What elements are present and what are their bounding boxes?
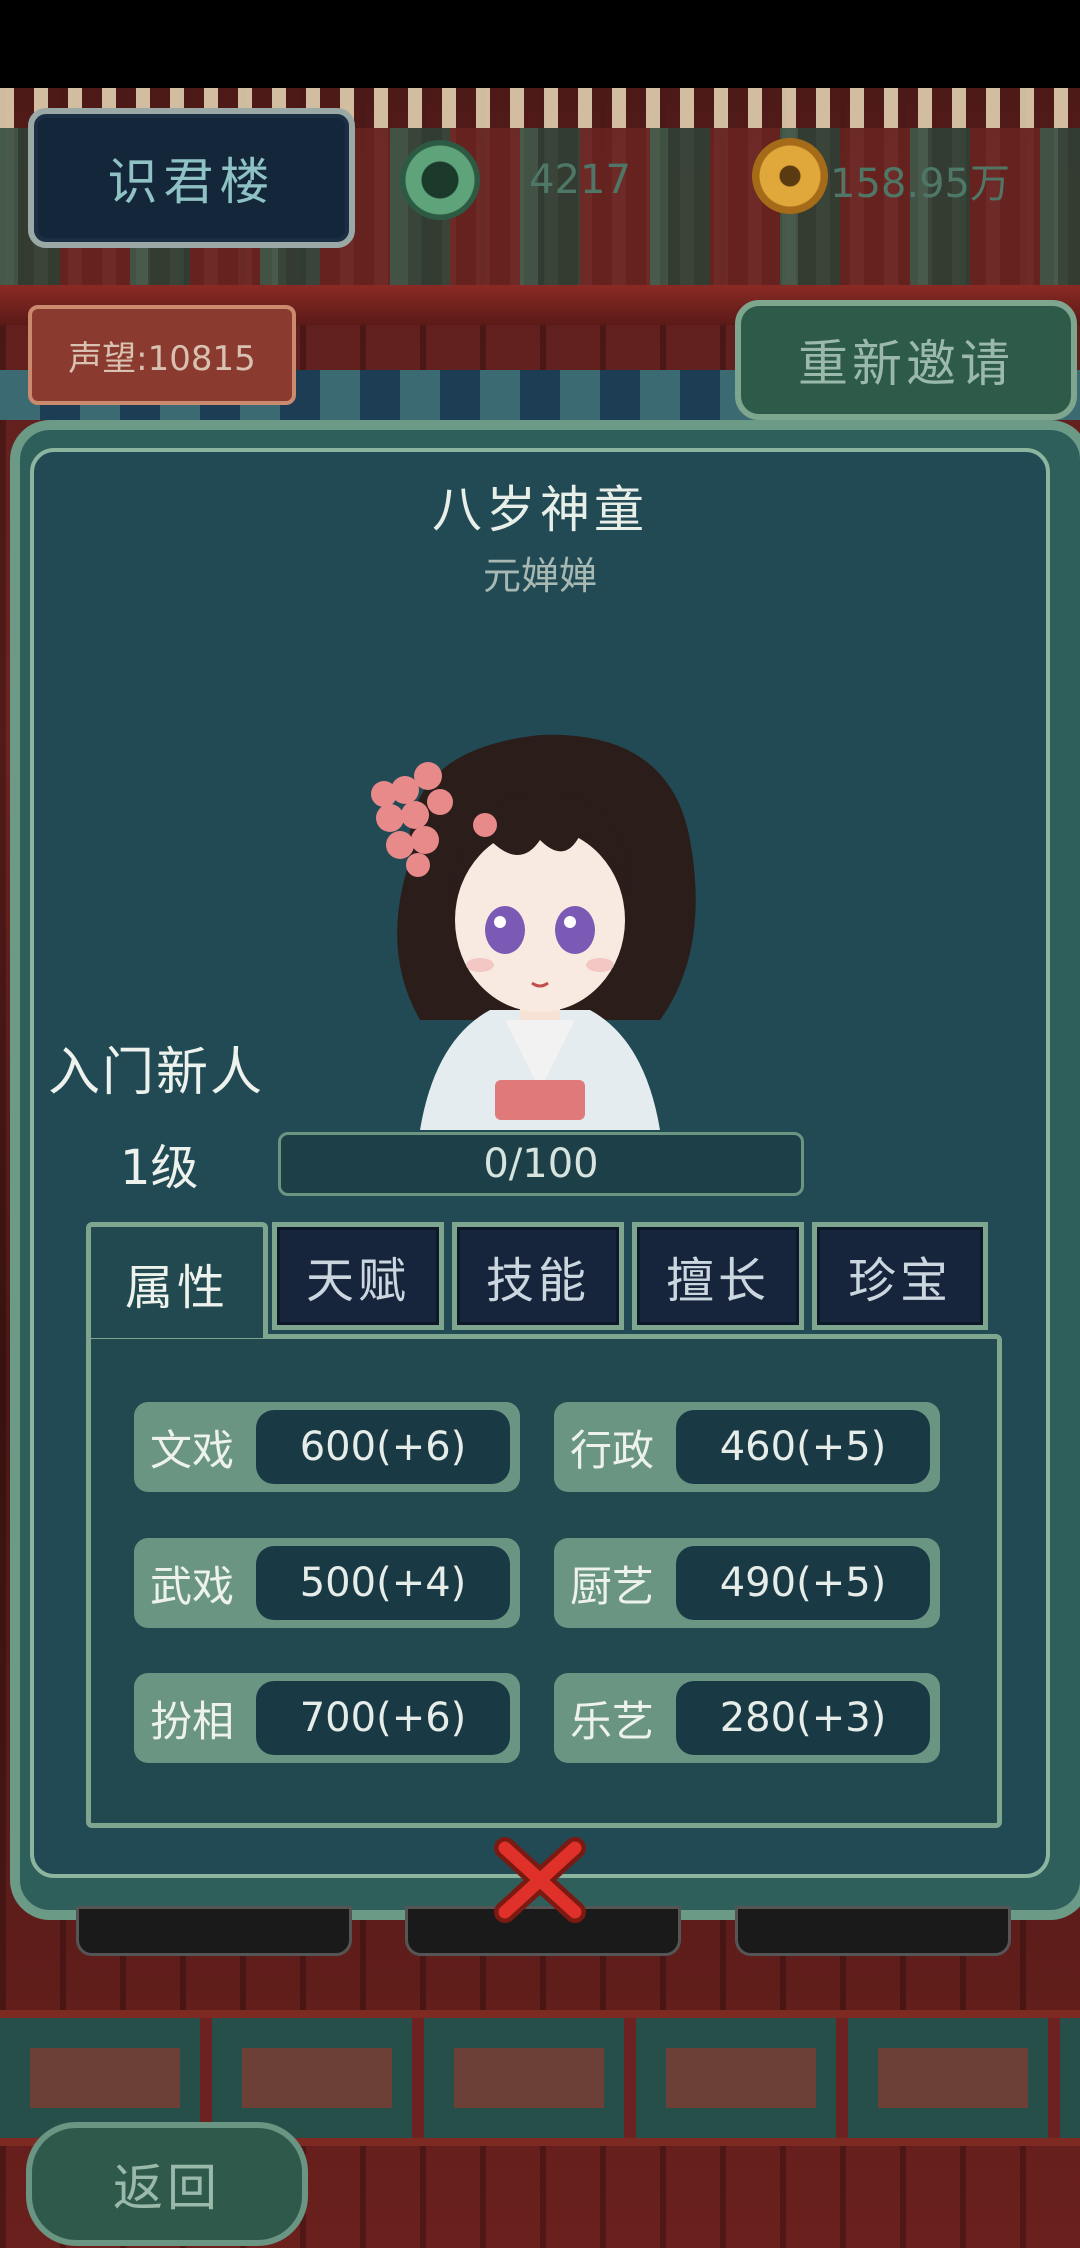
- stat-value: 700(+6): [256, 1681, 510, 1755]
- building-name: 识君楼: [107, 153, 276, 211]
- stat-value: 490(+5): [676, 1546, 930, 1620]
- stat-martial-opera: 武戏 500(+4): [134, 1538, 520, 1628]
- character-title: 八岁神童: [432, 481, 648, 539]
- character-rank: 入门新人: [48, 1043, 265, 1103]
- stat-label: 文戏: [150, 1425, 235, 1475]
- stat-value: 460(+5): [676, 1410, 930, 1484]
- tab-specialties[interactable]: 擅长: [632, 1222, 804, 1330]
- stat-appearance: 扮相 700(+6): [134, 1673, 520, 1763]
- stat-label: 扮相: [150, 1696, 235, 1746]
- stat-label: 行政: [570, 1425, 655, 1475]
- copper-coin-icon: [752, 138, 828, 214]
- jade-bi-icon: [400, 140, 480, 220]
- prestige-badge: 声望:10815: [28, 305, 296, 405]
- xp-progress-text: 0/100: [483, 1141, 599, 1187]
- stat-literary-opera: 文戏 600(+6): [134, 1402, 520, 1492]
- coin-amount: 158.95万: [830, 161, 1010, 207]
- stat-value: 600(+6): [256, 1410, 510, 1484]
- hidden-button-left: [76, 1906, 352, 1956]
- jade-amount: 4217: [529, 157, 631, 203]
- stat-administration: 行政 460(+5): [554, 1402, 940, 1492]
- stat-label: 乐艺: [570, 1696, 655, 1746]
- hidden-button-right: [735, 1906, 1011, 1956]
- character-name: 元婵婵: [482, 554, 597, 598]
- stat-cooking: 厨艺 490(+5): [554, 1538, 940, 1628]
- stat-value: 280(+3): [676, 1681, 930, 1755]
- stat-value: 500(+4): [256, 1546, 510, 1620]
- tab-talents[interactable]: 天赋: [272, 1222, 444, 1330]
- tab-treasures[interactable]: 珍宝: [812, 1222, 988, 1330]
- stat-label: 武戏: [150, 1561, 235, 1611]
- character-portrait: [371, 734, 696, 1130]
- tab-skills[interactable]: 技能: [452, 1222, 624, 1330]
- status-bar: [0, 0, 1080, 88]
- stat-label: 厨艺: [570, 1561, 655, 1611]
- reinvite-button[interactable]: 重新邀请: [735, 300, 1077, 420]
- character-level: 1级: [120, 1140, 199, 1196]
- stat-music: 乐艺 280(+3): [554, 1673, 940, 1763]
- tab-attributes[interactable]: 属性: [86, 1222, 268, 1338]
- close-x-icon[interactable]: [490, 1830, 590, 1930]
- back-button[interactable]: 返回: [26, 2122, 308, 2246]
